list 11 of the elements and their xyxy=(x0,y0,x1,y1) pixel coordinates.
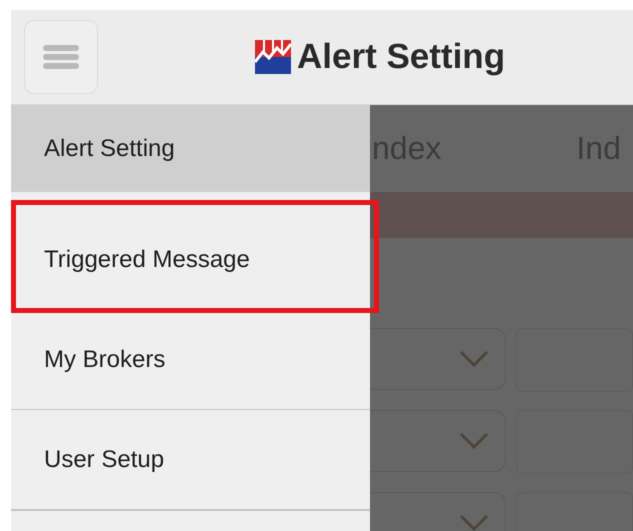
dropdown[interactable] xyxy=(370,410,506,472)
chevron-down-icon xyxy=(459,350,490,368)
dropdown[interactable] xyxy=(370,328,506,390)
screen-title: Alert Setting xyxy=(297,37,506,77)
chevron-down-icon xyxy=(459,432,490,450)
drawer-item[interactable]: Alert Setting xyxy=(11,105,370,192)
logo-icon xyxy=(255,40,291,74)
menu-button[interactable] xyxy=(24,20,98,94)
chevron-down-icon xyxy=(459,514,490,531)
menu-icon xyxy=(43,45,79,69)
drawer-item[interactable]: Triggered Message xyxy=(11,192,370,310)
